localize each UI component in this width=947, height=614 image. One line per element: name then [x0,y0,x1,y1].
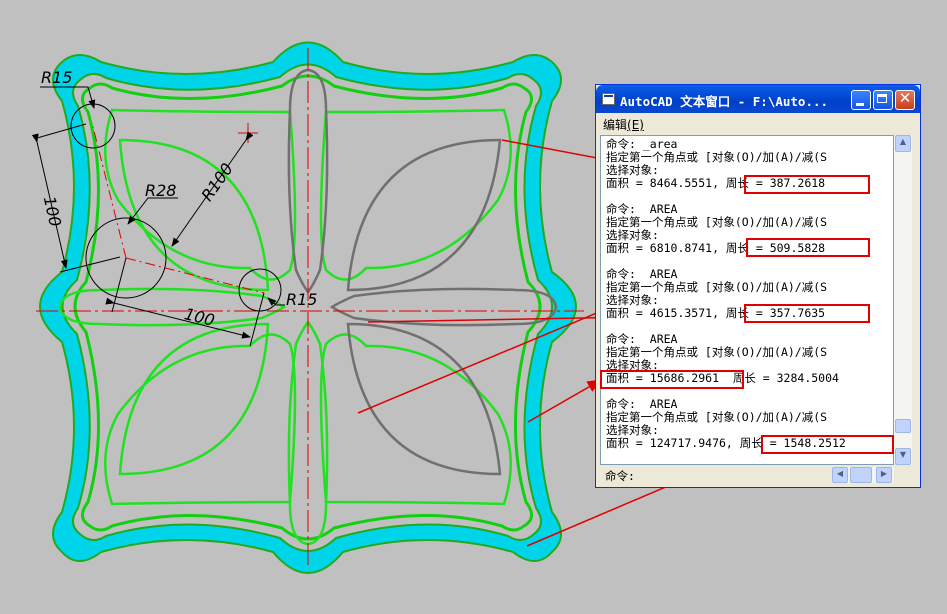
menu-edit-accel: (E) [627,118,644,132]
dim-r15-top: R15 [41,68,72,87]
chevron-down-icon: ▼ [899,450,907,459]
history-line: 面积 = 8464.5551, 周长 = 387.2618 [606,176,826,190]
close-button[interactable]: ✕ [895,89,915,110]
autocad-text-window[interactable]: AutoCAD 文本窗口 - F:\Auto... ✕ 编辑(E) 命令: _a… [595,84,921,488]
close-icon: ✕ [898,89,912,107]
horizontal-scroll-thumb[interactable] [850,467,872,483]
history-line: 面积 = 6810.8741, 周长 = 509.5828 [606,241,826,255]
chevron-right-icon: ▶ [880,469,888,478]
dim-100-vertical: 100 [40,194,65,228]
maximize-button[interactable] [873,90,893,110]
menu-edit[interactable]: 编辑(E) [603,116,644,133]
chevron-left-icon: ◀ [836,469,844,478]
vertical-scroll-thumb[interactable] [895,419,911,433]
window-titlebar[interactable]: AutoCAD 文本窗口 - F:\Auto... ✕ [596,85,920,113]
dim-r28: R28 [145,181,176,200]
menu-edit-label: 编辑 [603,118,628,132]
dim-100-horizontal: 100 [182,304,216,330]
history-line: 面积 = 4615.3571, 周长 = 357.7635 [606,306,826,320]
scroll-up-button[interactable]: ▲ [895,135,911,152]
window-menubar: 编辑(E) [596,113,920,133]
chevron-up-icon: ▲ [899,137,907,146]
scroll-down-button[interactable]: ▼ [895,448,911,465]
minimize-button[interactable] [851,90,871,110]
window-title: AutoCAD 文本窗口 - F:\Auto... [620,94,829,109]
history-line: 面积 = 15686.2961 周长 = 3284.5004 [606,371,839,385]
history-line: 面积 = 124717.9476, 周长 = 1548.2512 [606,436,846,450]
dim-r15-center: R15 [286,290,317,309]
scroll-left-button[interactable]: ◀ [832,467,848,483]
scroll-right-button[interactable]: ▶ [876,467,892,483]
horizontal-scrollbar[interactable]: ◀ ▶ [832,467,894,483]
command-prompt-line[interactable]: 命令: [600,467,832,483]
window-app-icon[interactable] [602,93,615,105]
command-history[interactable]: 命令: _area 指定第一个角点或 [对象(O)/加(A)/减(S 选择对象:… [600,135,894,465]
command-prompt: 命令: [605,469,635,483]
vertical-scrollbar[interactable]: ▲ ▼ [894,135,912,465]
